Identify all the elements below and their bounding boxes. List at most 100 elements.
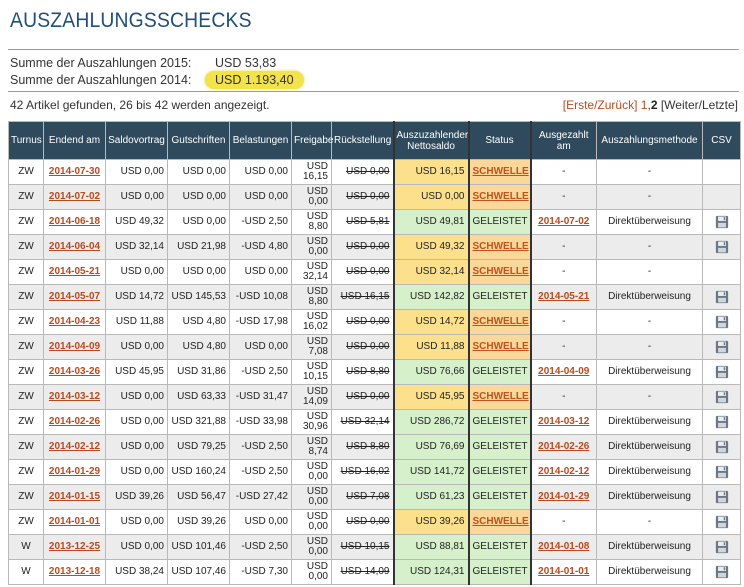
- status-threshold-link[interactable]: SCHWELLE: [473, 341, 529, 352]
- divider: [8, 91, 739, 92]
- status-threshold-link[interactable]: SCHWELLE: [473, 316, 529, 327]
- paid-date-link[interactable]: 2014-02-26: [538, 441, 589, 452]
- cell-paid-date: 2014-02-12: [530, 459, 597, 485]
- end-date-link[interactable]: 2014-02-12: [49, 441, 100, 452]
- end-date-link[interactable]: 2014-01-15: [49, 491, 100, 502]
- col-header-belastungen: Belastungen: [229, 121, 292, 160]
- cell-rueckstellung: USD 14,09: [331, 559, 394, 585]
- cell-belastungen: -USD 27,42: [229, 484, 292, 510]
- cell-rueckstellung: USD 16,15: [331, 284, 394, 310]
- pager-page-2-current: 2: [650, 98, 658, 112]
- cell-status: GELEISTET: [468, 359, 532, 385]
- cell-freigabe: USD 8,74: [291, 434, 332, 460]
- status-threshold-link[interactable]: SCHWELLE: [473, 391, 529, 402]
- paid-date-link[interactable]: 2014-04-09: [538, 366, 589, 377]
- floppy-disk-icon[interactable]: [715, 415, 729, 429]
- paid-date-link[interactable]: 2014-07-02: [538, 216, 589, 227]
- floppy-disk-icon[interactable]: [715, 515, 729, 529]
- end-date-link[interactable]: 2014-06-18: [49, 216, 100, 227]
- cell-freigabe: USD 32,14: [291, 259, 332, 285]
- pager-next-last[interactable]: [Weiter/Letzte]: [661, 98, 738, 112]
- status-threshold-link[interactable]: SCHWELLE: [473, 166, 529, 177]
- status-threshold-link[interactable]: SCHWELLE: [473, 191, 529, 202]
- cell-belastungen: -USD 7,30: [229, 559, 292, 585]
- col-header-csv: CSV: [702, 121, 741, 160]
- freigabe-amount: 14,09: [302, 396, 328, 407]
- cell-freigabe: USD 0,00: [291, 459, 332, 485]
- floppy-disk-icon[interactable]: [715, 240, 729, 254]
- cell-csv: [702, 484, 741, 510]
- cell-belastungen: USD 0,00: [229, 159, 292, 185]
- floppy-disk-icon[interactable]: [715, 365, 729, 379]
- floppy-disk-icon[interactable]: [715, 440, 729, 454]
- end-date-link[interactable]: 2014-03-26: [49, 366, 100, 377]
- sum-2015-value: USD 53,83: [215, 56, 277, 70]
- end-date-link[interactable]: 2014-01-01: [49, 516, 100, 527]
- cell-saldovortrag: USD 0,00: [105, 384, 168, 410]
- end-date-link[interactable]: 2014-03-12: [49, 391, 100, 402]
- cell-rueckstellung: USD 0,00: [331, 234, 394, 260]
- freigabe-amount: 10,15: [302, 371, 328, 382]
- status-threshold-link[interactable]: SCHWELLE: [473, 516, 529, 527]
- floppy-disk-icon[interactable]: [715, 465, 729, 479]
- col-header-freigabe: Freigabe: [291, 121, 333, 160]
- paid-date-link[interactable]: 2014-01-29: [538, 491, 589, 502]
- table-row: ZW 2014-05-21 USD 0,00 USD 0,00 USD 0,00 USD 3…: [8, 259, 741, 285]
- floppy-disk-icon[interactable]: [715, 390, 729, 404]
- floppy-disk-icon[interactable]: [715, 565, 729, 579]
- end-date-link[interactable]: 2014-01-29: [49, 466, 100, 477]
- floppy-disk-icon[interactable]: [715, 490, 729, 504]
- paid-date-link[interactable]: 2014-01-01: [538, 566, 589, 577]
- cell-gutschriften: USD 0,00: [167, 159, 230, 185]
- cell-freigabe: USD 30,96: [291, 409, 332, 435]
- end-date-link[interactable]: 2013-12-18: [49, 566, 100, 577]
- status-threshold-link[interactable]: SCHWELLE: [473, 266, 529, 277]
- payout-table: Turnus Endend am Saldovortrag Gutschrift…: [8, 121, 741, 585]
- cell-paid-date: -: [530, 259, 597, 285]
- pager-first-prev-link[interactable]: [Erste/Zurück]: [563, 98, 638, 112]
- freigabe-amount: 32,14: [302, 271, 328, 282]
- floppy-disk-icon[interactable]: [715, 315, 729, 329]
- paid-date-link[interactable]: 2014-05-21: [538, 291, 589, 302]
- cell-nettosaldo: USD 14,72: [392, 309, 470, 335]
- floppy-disk-icon[interactable]: [715, 340, 729, 354]
- sum-2014-value-highlighted: USD 1.193,40: [205, 71, 304, 89]
- status-threshold-link[interactable]: SCHWELLE: [473, 241, 529, 252]
- cell-belastungen: -USD 2,50: [229, 359, 292, 385]
- cell-gutschriften: USD 39,26: [167, 509, 230, 535]
- cell-csv: [702, 459, 741, 485]
- cell-method: Direktüberweisung: [596, 209, 703, 235]
- cell-method: Direktüberweisung: [596, 359, 703, 385]
- cell-turnus: ZW: [8, 384, 44, 410]
- cell-method: -: [596, 309, 703, 335]
- cell-saldovortrag: USD 0,00: [105, 259, 168, 285]
- end-date-link[interactable]: 2014-02-26: [49, 416, 100, 427]
- end-date-link[interactable]: 2014-04-23: [49, 316, 100, 327]
- cell-gutschriften: USD 56,47: [167, 484, 230, 510]
- end-date-link[interactable]: 2014-07-30: [49, 166, 100, 177]
- floppy-disk-icon[interactable]: [715, 290, 729, 304]
- paid-date-link[interactable]: 2014-02-12: [538, 466, 589, 477]
- cell-nettosaldo: USD 286,72: [392, 409, 470, 435]
- paid-date-link[interactable]: 2014-01-08: [538, 541, 589, 552]
- end-date-link[interactable]: 2014-04-09: [49, 341, 100, 352]
- cell-gutschriften: USD 107,46: [167, 559, 230, 585]
- cell-end-date: 2014-05-21: [43, 259, 106, 285]
- end-date-link[interactable]: 2013-12-25: [49, 541, 100, 552]
- divider: [8, 49, 739, 50]
- paid-date-link[interactable]: 2014-03-12: [538, 416, 589, 427]
- cell-status: GELEISTET: [468, 409, 532, 435]
- cell-end-date: 2013-12-25: [43, 534, 106, 560]
- end-date-link[interactable]: 2014-05-21: [49, 266, 100, 277]
- cell-csv: [702, 184, 741, 210]
- paid-date-empty: -: [562, 316, 566, 327]
- cell-method: Direktüberweisung: [596, 434, 703, 460]
- freigabe-amount: 0,00: [308, 571, 328, 582]
- cell-end-date: 2014-07-30: [43, 159, 106, 185]
- cell-csv: [702, 159, 741, 185]
- floppy-disk-icon[interactable]: [715, 215, 729, 229]
- end-date-link[interactable]: 2014-07-02: [49, 191, 100, 202]
- end-date-link[interactable]: 2014-06-04: [49, 241, 100, 252]
- end-date-link[interactable]: 2014-05-07: [49, 291, 100, 302]
- floppy-disk-icon[interactable]: [715, 540, 729, 554]
